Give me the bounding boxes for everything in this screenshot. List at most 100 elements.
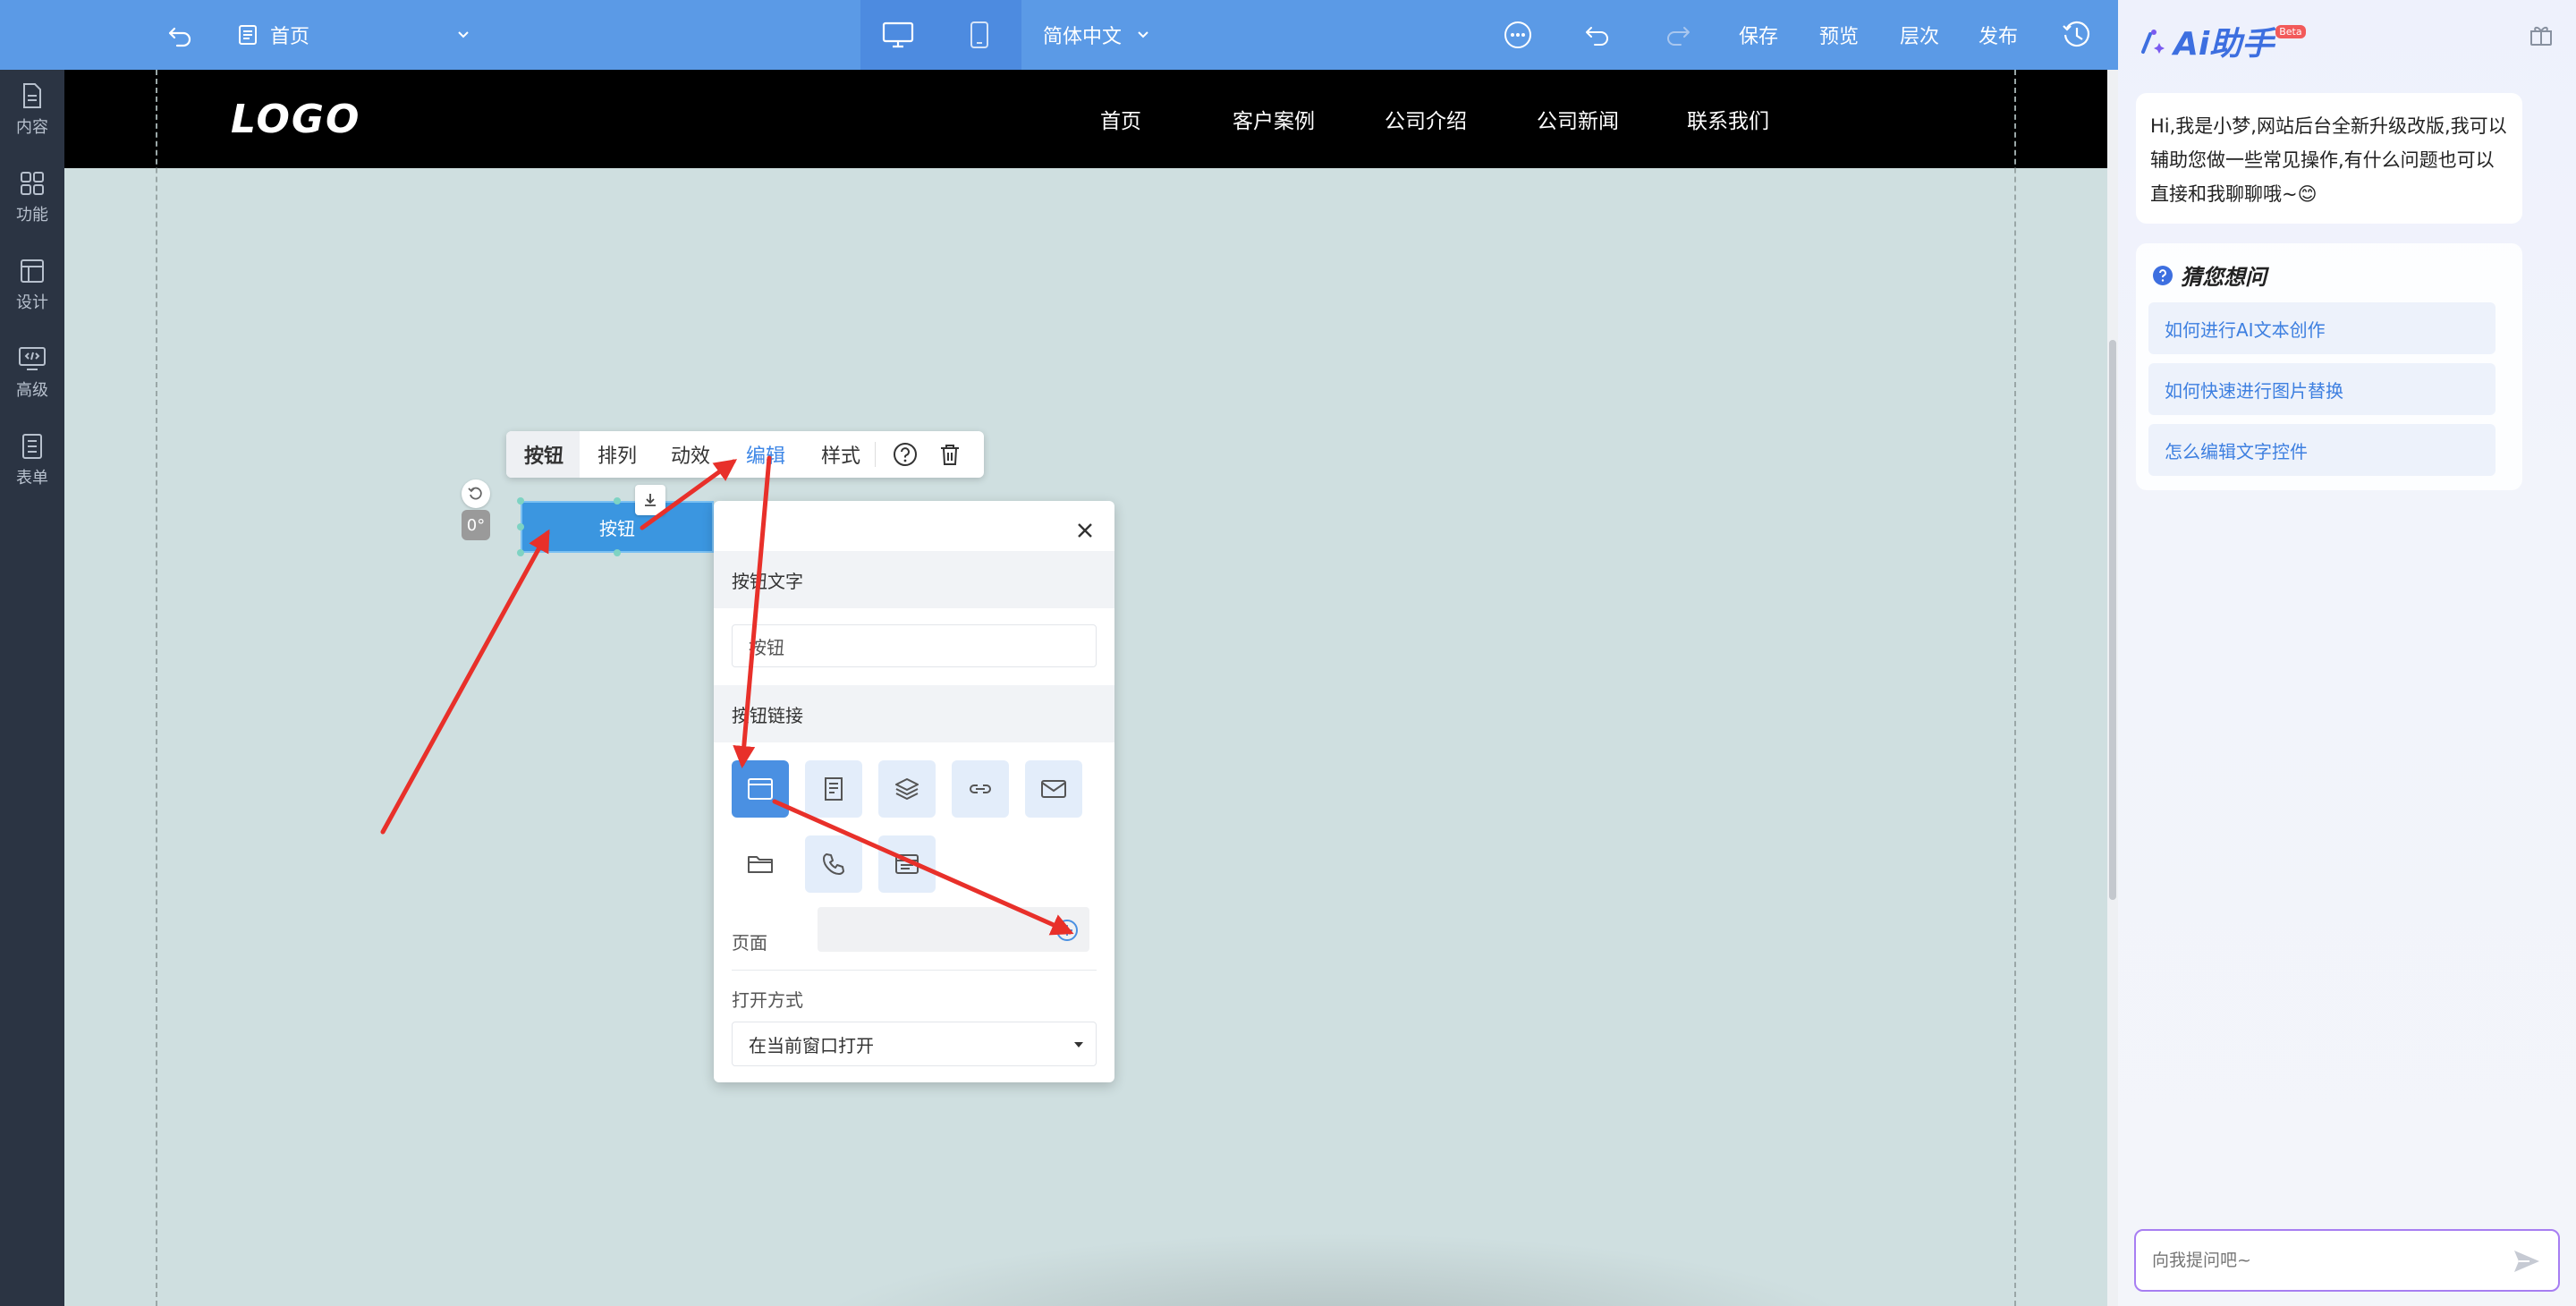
form-icon bbox=[895, 854, 919, 874]
preview-button[interactable]: 预览 bbox=[1819, 0, 1859, 70]
scrollbar-thumb[interactable] bbox=[2109, 340, 2116, 900]
back-button[interactable] bbox=[166, 0, 193, 70]
resize-handle[interactable] bbox=[517, 549, 524, 556]
open-mode-label: 打开方式 bbox=[732, 989, 803, 1011]
link-type-url[interactable] bbox=[952, 760, 1009, 818]
grid-icon bbox=[21, 172, 44, 195]
link-type-article[interactable] bbox=[805, 760, 862, 818]
toolbar-divider bbox=[875, 442, 876, 467]
link-type-folder[interactable] bbox=[732, 835, 789, 893]
guide-line-left bbox=[156, 70, 157, 1306]
arrange-button[interactable]: 排列 bbox=[597, 431, 637, 478]
phone-icon bbox=[823, 853, 844, 875]
section-button-text: 按钮文字 bbox=[714, 551, 1114, 608]
left-nav: 内容 功能 设计 高级 表单 bbox=[0, 70, 64, 1306]
page-icon bbox=[748, 778, 773, 800]
resize-handle[interactable] bbox=[517, 497, 524, 505]
delete-button[interactable] bbox=[937, 431, 962, 478]
suggestion-item[interactable]: 如何快速进行图片替换 bbox=[2148, 363, 2496, 415]
menu-item-home[interactable]: 首页 bbox=[1100, 70, 1141, 168]
send-button[interactable] bbox=[2512, 1247, 2542, 1276]
link-icon bbox=[970, 784, 991, 793]
button-edit-panel: 按钮文字 按钮 按钮链接 页面 打开方式 在当前窗口打开 bbox=[714, 501, 1114, 1082]
more-icon bbox=[1504, 21, 1531, 48]
link-type-page[interactable] bbox=[732, 760, 789, 818]
rotate-handle[interactable] bbox=[462, 479, 490, 508]
caret-down-icon bbox=[1074, 1042, 1083, 1047]
site-header: LOGO 首页 客户案例 公司介绍 公司新闻 联系我们 bbox=[64, 70, 2107, 168]
link-type-phone[interactable] bbox=[805, 835, 862, 893]
nav-label: 功能 bbox=[16, 206, 48, 225]
site-logo[interactable]: LOGO bbox=[231, 70, 360, 168]
resize-handle[interactable] bbox=[517, 523, 524, 530]
rotate-icon bbox=[468, 487, 482, 500]
resize-handle[interactable] bbox=[614, 549, 621, 556]
menu-item-news[interactable]: 公司新闻 bbox=[1537, 70, 1619, 168]
help-button[interactable] bbox=[893, 431, 918, 478]
back-arrow-icon bbox=[168, 27, 191, 47]
ai-question-input[interactable] bbox=[2152, 1243, 2492, 1277]
redo-button[interactable] bbox=[1664, 0, 1692, 70]
publish-button[interactable]: 发布 bbox=[1979, 0, 2018, 70]
link-type-email[interactable] bbox=[1025, 760, 1082, 818]
chevron-down-icon bbox=[458, 31, 469, 38]
nav-label: 内容 bbox=[16, 118, 48, 137]
page-selector[interactable]: 首页 bbox=[236, 0, 478, 70]
help-icon bbox=[894, 443, 917, 466]
form-icon bbox=[22, 434, 42, 459]
more-button[interactable] bbox=[1503, 0, 1533, 70]
article-icon bbox=[825, 777, 843, 801]
page-name: 首页 bbox=[270, 26, 310, 48]
selected-button-element[interactable]: 按钮 bbox=[521, 501, 714, 553]
plus-circle-icon bbox=[1056, 920, 1078, 941]
suggestion-item[interactable]: 如何进行AI文本创作 bbox=[2148, 302, 2496, 354]
link-type-form[interactable] bbox=[878, 835, 936, 893]
section-button-link: 按钮链接 bbox=[714, 685, 1114, 742]
save-button[interactable]: 保存 bbox=[1739, 0, 1778, 70]
suggestion-item[interactable]: 怎么编辑文字控件 bbox=[2148, 424, 2496, 476]
close-button[interactable] bbox=[1073, 519, 1097, 542]
add-page-button[interactable] bbox=[1055, 919, 1079, 942]
canvas-scrollbar[interactable] bbox=[2107, 70, 2118, 1306]
ai-input-box[interactable] bbox=[2134, 1229, 2560, 1292]
history-button[interactable] bbox=[2061, 0, 2093, 70]
nav-item-form[interactable]: 表单 bbox=[0, 420, 64, 501]
nav-label: 设计 bbox=[16, 293, 48, 312]
ai-gift-button[interactable] bbox=[2528, 21, 2555, 48]
edit-button[interactable]: 编辑 bbox=[746, 431, 785, 478]
menu-item-contact[interactable]: 联系我们 bbox=[1687, 70, 1769, 168]
animation-button[interactable]: 动效 bbox=[671, 431, 710, 478]
menu-item-about[interactable]: 公司介绍 bbox=[1385, 70, 1467, 168]
menu-item-cases[interactable]: 客户案例 bbox=[1233, 70, 1315, 168]
page-select[interactable] bbox=[818, 907, 1089, 952]
ai-assistant-panel: Ai助手 Beta Hi,我是小梦,网站后台全新升级改版,我可以辅助您做一些常见… bbox=[2118, 0, 2576, 1306]
question-icon bbox=[2153, 265, 2173, 285]
nav-label: 表单 bbox=[16, 469, 48, 488]
language-selector[interactable]: 简体中文 bbox=[1043, 0, 1152, 70]
nav-item-advanced[interactable]: 高级 bbox=[0, 333, 64, 413]
redo-icon bbox=[1667, 27, 1690, 46]
button-text-input[interactable]: 按钮 bbox=[732, 624, 1097, 667]
ai-title: Ai助手 bbox=[2174, 26, 2275, 63]
ai-sparkle-icon bbox=[2141, 30, 2165, 54]
email-icon bbox=[1041, 780, 1066, 798]
element-type-label: 按钮 bbox=[524, 445, 564, 468]
nav-item-function[interactable]: 功能 bbox=[0, 157, 64, 238]
beta-badge: Beta bbox=[2275, 24, 2306, 38]
history-icon bbox=[2063, 21, 2090, 47]
ai-header: Ai助手 Beta bbox=[2138, 18, 2306, 64]
layers-button[interactable]: 层次 bbox=[1900, 0, 1939, 70]
style-button[interactable]: 样式 bbox=[821, 431, 860, 478]
desktop-view-button[interactable] bbox=[882, 0, 914, 70]
download-handle[interactable] bbox=[635, 485, 665, 515]
link-type-layers[interactable] bbox=[878, 760, 936, 818]
resize-handle[interactable] bbox=[614, 497, 621, 505]
undo-button[interactable] bbox=[1583, 0, 1612, 70]
layout-icon bbox=[21, 259, 44, 283]
nav-item-design[interactable]: 设计 bbox=[0, 245, 64, 326]
mobile-view-button[interactable] bbox=[970, 0, 989, 70]
nav-item-content[interactable]: 内容 bbox=[0, 70, 64, 150]
panel-divider bbox=[732, 970, 1097, 971]
code-monitor-icon bbox=[19, 347, 46, 370]
open-mode-select[interactable]: 在当前窗口打开 bbox=[732, 1022, 1097, 1066]
